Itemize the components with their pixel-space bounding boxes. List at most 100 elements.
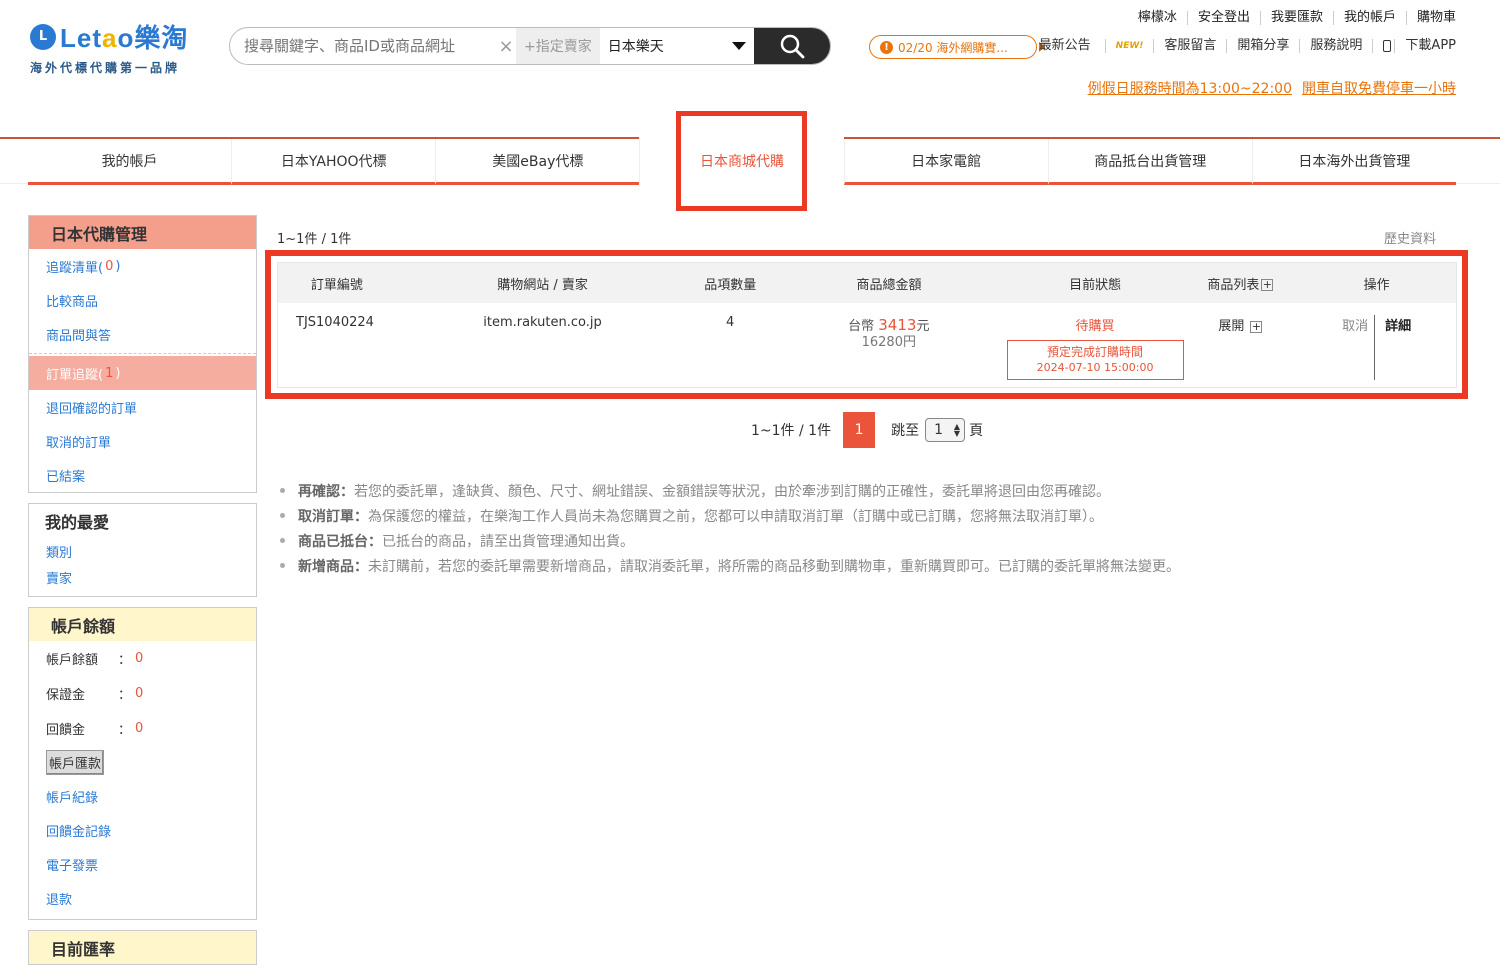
order-actions: 取消 詳細	[1297, 315, 1456, 380]
header-status: 目前狀態	[1069, 277, 1122, 293]
notice-text: 02/20 海外網購實...	[898, 40, 1008, 55]
unbox-link[interactable]: 開箱分享	[1226, 39, 1299, 53]
remit-link[interactable]: 我要匯款	[1259, 11, 1333, 25]
sidebar-item-qa[interactable]: 商品問與答	[29, 317, 256, 351]
sub-links: 最新公告 NEW! 客服留言 開箱分享 服務說明 下載APP	[1039, 39, 1456, 53]
tab-overseas-shipping[interactable]: 日本海外出貨管理	[1251, 139, 1456, 185]
mgmt-title: 日本代購管理	[29, 216, 256, 249]
order-detail-button[interactable]: 詳細	[1375, 315, 1411, 380]
sidebar-item-refund[interactable]: 退款	[29, 881, 256, 915]
logo-text: Letao樂淘	[60, 23, 189, 53]
header-item-list: 商品列表 +	[1207, 277, 1274, 293]
tab-yahoo-auction[interactable]: 日本YAHOO代標	[231, 139, 436, 185]
order-total: 台幣 3413元 16280円	[771, 315, 1007, 380]
notes-list: 再確認： 若您的委託單，逢缺貨、顏色、尺寸、網址錯誤、金額錯誤等狀況，由於牽涉到訂…	[280, 478, 1180, 578]
username-link[interactable]: 檸檬冰	[1128, 11, 1187, 25]
message-link[interactable]: 客服留言	[1153, 39, 1226, 53]
favorites-category[interactable]: 類別	[29, 538, 256, 564]
cancel-order-button[interactable]: 取消	[1342, 315, 1376, 380]
table-row: TJS1040224 item.rakuten.co.jp 4 台幣 3413元…	[278, 303, 1456, 380]
download-app-link[interactable]: 下載APP	[1372, 39, 1456, 53]
account-remit-button[interactable]: 帳戶匯款	[46, 750, 105, 775]
store-select-value: 日本樂天	[607, 39, 664, 55]
table-header: 訂單編號 購物網站 / 賣家 品項數量 商品總金額 目前狀態 商品列表 + 操作	[278, 263, 1456, 303]
sidebar-item-order-tracking[interactable]: 訂單追蹤(1)	[29, 356, 256, 390]
sidebar-item-rebate-record[interactable]: 回饋金記錄	[29, 813, 256, 847]
top-links: 檸檬冰 安全登出 我要匯款 我的帳戶 購物車	[1128, 11, 1456, 25]
list-item: 新增商品： 未訂購前，若您的委託單需要新增商品，請取消委託單，將所需的商品移動到購…	[280, 553, 1180, 578]
rebate-row: 回饋金： 0	[46, 721, 144, 738]
sidebar-item-closed[interactable]: 已結案	[29, 458, 256, 492]
exchange-rate-panel: 目前匯率	[28, 930, 257, 965]
page-suffix: 頁	[969, 423, 984, 439]
deposit-row: 保證金： 0	[46, 686, 144, 703]
sidebar-item-invoice[interactable]: 電子發票	[29, 847, 256, 881]
alert-icon: !	[880, 40, 893, 54]
header-total: 商品總金額	[856, 277, 922, 293]
order-site: item.rakuten.co.jp	[483, 315, 602, 330]
phone-icon	[1383, 40, 1392, 52]
sidebar-item-returned[interactable]: 退回確認的訂單	[29, 390, 256, 424]
notice-ticker[interactable]: ! 02/20 海外網購實...	[869, 35, 1037, 59]
cart-link[interactable]: 購物車	[1405, 11, 1456, 25]
mgmt-panel: 日本代購管理 追蹤清單(0) 比較商品 商品問與答 訂單追蹤(1) 退回確認的訂…	[28, 215, 257, 493]
order-id: TJS1040224	[296, 315, 374, 330]
header-order-id: 訂單編號	[310, 277, 363, 293]
order-table: 訂單編號 購物網站 / 賣家 品項數量 商品總金額 目前狀態 商品列表 + 操作 …	[277, 262, 1457, 388]
deadline-box: 預定完成訂購時間 2024-07-10 15:00:00	[1006, 340, 1184, 380]
spinner-icon: ▲ ▼	[953, 422, 961, 438]
balance-title: 帳戶餘額	[29, 608, 256, 641]
clear-icon[interactable]: ×	[496, 36, 516, 57]
sidebar-item-tracking-list[interactable]: 追蹤清單(0)	[29, 249, 256, 283]
order-qty: 4	[725, 315, 735, 330]
seller-filter-button[interactable]: +指定賣家	[516, 28, 600, 64]
sidebar: 日本代購管理 追蹤清單(0) 比較商品 商品問與答 訂單追蹤(1) 退回確認的訂…	[28, 215, 257, 974]
holiday-hours-link[interactable]: 例假日服務時間為13:00~22:00	[1088, 78, 1292, 98]
sidebar-item-cancelled[interactable]: 取消的訂單	[29, 424, 256, 458]
help-link[interactable]: 服務說明	[1299, 39, 1372, 53]
tab-ebay-auction[interactable]: 美國eBay代標	[435, 139, 640, 185]
tab-highlight-box	[676, 111, 807, 211]
list-item: 取消訂單： 為保護您的權益，在樂淘工作人員尚未為您購買之前，您都可以申請取消訂單（…	[280, 503, 1180, 528]
favorites-seller[interactable]: 賣家	[29, 564, 256, 590]
order-yen: 16280円	[861, 335, 916, 350]
new-badge: NEW!	[1104, 39, 1143, 53]
expand-items[interactable]: 展開 +	[1184, 315, 1298, 380]
result-count: 1~1件 / 1件	[277, 232, 352, 247]
header-site: 購物網站 / 賣家	[497, 277, 588, 293]
search-icon	[780, 34, 805, 59]
list-item: 再確認： 若您的委託單，逢缺貨、顏色、尺寸、網址錯誤、金額錯誤等狀況，由於牽涉到訂…	[280, 478, 1180, 503]
history-link[interactable]: 歷史資料	[1384, 228, 1436, 247]
status-badge: 待購買	[1075, 319, 1115, 334]
search-input[interactable]	[230, 28, 496, 64]
store-select[interactable]: 日本樂天	[600, 28, 754, 64]
expand-plus-icon: +	[1250, 319, 1263, 333]
header-qty: 品項數量	[704, 277, 757, 293]
parking-link[interactable]: 開車自取免費停車一小時	[1302, 78, 1456, 98]
sidebar-item-account-record[interactable]: 帳戶紀錄	[29, 779, 256, 813]
tab-my-account[interactable]: 我的帳戶	[28, 139, 232, 185]
header-actions: 操作	[1363, 277, 1390, 293]
letao-logo[interactable]: L Letao樂淘 海外代標代購第一品牌	[30, 18, 188, 76]
balance-panel: 帳戶餘額 帳戶餘額： 0 保證金： 0 回饋金： 0 帳戶匯款 帳戶紀錄 回饋金記錄 …	[28, 607, 257, 920]
exchange-rate-title: 目前匯率	[29, 931, 256, 964]
order-status-cell: 待購買 預定完成訂購時間 2024-07-10 15:00:00	[1006, 315, 1184, 380]
search-button[interactable]	[753, 28, 830, 64]
favorites-panel: 我的最愛 類別 賣家	[28, 503, 257, 597]
sidebar-item-compare[interactable]: 比較商品	[29, 283, 256, 317]
news-link[interactable]: 最新公告 NEW!	[1039, 39, 1154, 53]
balance-row: 帳戶餘額： 0	[46, 651, 144, 668]
tab-japan-appliances[interactable]: 日本家電館	[843, 139, 1048, 185]
search-bar: × +指定賣家 日本樂天	[229, 27, 831, 65]
logo-slogan: 海外代標代購第一品牌	[30, 61, 181, 75]
tab-taiwan-shipping[interactable]: 商品抵台出貨管理	[1047, 139, 1252, 185]
page-jump-select[interactable]: 1 ▲ ▼	[925, 418, 966, 442]
my-account-link[interactable]: 我的帳戶	[1332, 11, 1406, 25]
logo-icon: L	[30, 23, 56, 50]
favorites-title: 我的最愛	[29, 504, 256, 538]
page-button-current[interactable]: 1	[843, 412, 876, 448]
list-item: 商品已抵台： 已抵台的商品，請至出貨管理通知出貨。	[280, 528, 1180, 553]
pager-count: 1~1件 / 1件	[751, 423, 832, 439]
plus-icon[interactable]: +	[1261, 279, 1274, 291]
logout-link[interactable]: 安全登出	[1186, 11, 1260, 25]
